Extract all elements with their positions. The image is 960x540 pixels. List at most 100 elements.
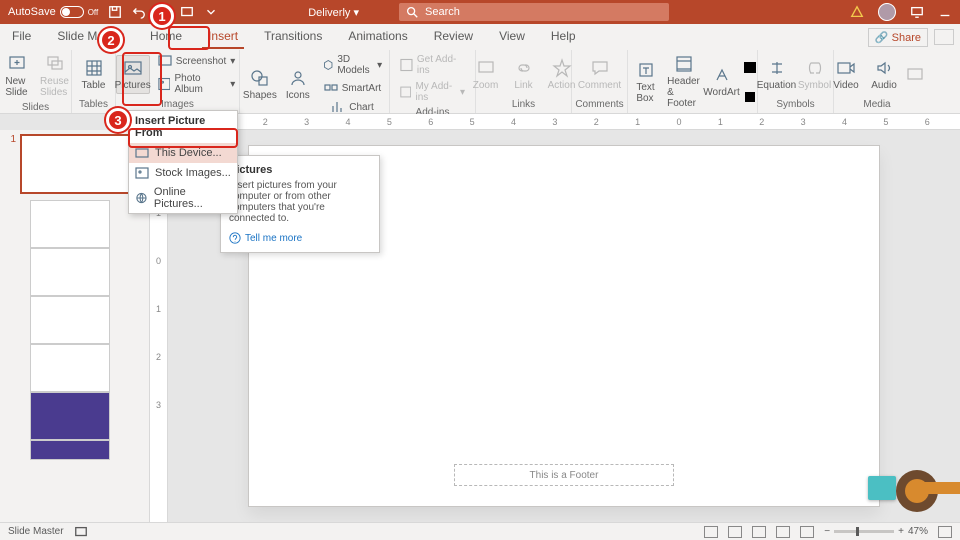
status-view-label: Slide Master — [8, 526, 64, 537]
undo-icon[interactable] — [132, 5, 146, 19]
slideshow-view-icon[interactable] — [800, 526, 814, 538]
callout-3: 3 — [106, 108, 130, 132]
my-addins-button: My Add-ins ▾ — [396, 79, 469, 105]
search-icon — [405, 5, 419, 19]
minimize-icon[interactable] — [938, 5, 952, 19]
video-button[interactable]: Video — [829, 56, 863, 93]
zoom-slider[interactable] — [834, 530, 894, 533]
warning-icon[interactable] — [850, 5, 864, 19]
thumb-number: 1 — [6, 134, 16, 145]
autosave-toggle[interactable]: AutoSave Off — [8, 6, 98, 18]
autosave-state: Off — [88, 8, 99, 17]
dropdown-stock-images[interactable]: Stock Images... — [129, 163, 237, 183]
audio-button[interactable]: Audio — [867, 56, 901, 93]
tooltip-title: Pictures — [229, 164, 371, 176]
get-addins-button: Get Add-ins — [396, 52, 469, 78]
tooltip-body: Insert pictures from your computer or fr… — [229, 180, 371, 224]
zoom-value: 47% — [908, 526, 928, 537]
online-pictures-icon — [135, 191, 148, 205]
status-bar: Slide Master − + 47% — [0, 522, 960, 540]
dropdown-online-pictures[interactable]: Online Pictures... — [129, 183, 237, 213]
normal-view-icon[interactable] — [728, 526, 742, 538]
new-slide-button[interactable]: New Slide — [0, 52, 34, 100]
header-footer-button[interactable]: Header & Footer — [667, 52, 701, 111]
tab-transitions[interactable]: Transitions — [258, 25, 328, 49]
link-button: Link — [507, 56, 541, 93]
comment-button: Comment — [578, 56, 621, 93]
layout-thumbnail[interactable] — [30, 392, 110, 440]
reuse-slides-button: Reuse Slides — [38, 52, 72, 100]
start-from-beginning-icon[interactable] — [180, 5, 194, 19]
toggle-off-icon — [60, 6, 84, 18]
zoom-in-icon[interactable]: + — [898, 526, 904, 537]
pictures-button[interactable]: Pictures — [116, 55, 150, 94]
share-button[interactable]: 🔗 Share — [868, 28, 928, 47]
callout-1: 1 — [150, 4, 174, 28]
searchbox[interactable]: Search — [399, 3, 669, 21]
group-slides-label: Slides — [0, 102, 71, 115]
layout-thumbnail[interactable] — [30, 344, 110, 392]
tab-insert[interactable]: Insert — [202, 25, 244, 49]
watermark-logo — [896, 470, 938, 512]
title-bar: AutoSave Off Deliverly ▾ Search — [0, 0, 960, 24]
layout-thumbnail[interactable] — [30, 440, 110, 460]
menu-tabs: File Slide Master Home Insert Transition… — [6, 25, 582, 49]
ribbon-insert: New Slide Reuse Slides Slides Table Tabl… — [0, 50, 960, 114]
text-box-button[interactable]: Text Box — [629, 58, 663, 106]
layout-thumbnail[interactable] — [30, 200, 110, 248]
slide-thumbnail[interactable] — [20, 134, 130, 194]
screen-recording-button — [905, 63, 925, 87]
menu-bar: File Slide Master Home Insert Transition… — [0, 24, 960, 50]
slide-number-icon[interactable] — [743, 75, 757, 89]
callout-2: 2 — [99, 28, 123, 52]
fit-to-window-icon[interactable] — [938, 526, 952, 538]
group-comments-label: Comments — [572, 99, 627, 113]
equation-button[interactable]: Equation — [760, 56, 794, 93]
notes-button[interactable] — [704, 526, 718, 538]
3d-models-button[interactable]: 3D Models ▾ — [319, 52, 386, 78]
symbol-button: Symbol — [798, 56, 832, 93]
object-icon[interactable] — [743, 90, 757, 104]
floating-chip — [868, 476, 896, 500]
horizontal-ruler: 0123456543210123456 — [150, 114, 960, 130]
tab-view[interactable]: View — [493, 25, 531, 49]
qat-more-icon[interactable] — [204, 5, 218, 19]
dropdown-header: Insert Picture From — [129, 111, 237, 143]
sorter-view-icon[interactable] — [752, 526, 766, 538]
wordart-button[interactable]: WordArt — [705, 63, 739, 100]
group-links-label: Links — [476, 99, 571, 113]
search-placeholder: Search — [425, 6, 460, 18]
stock-images-icon — [135, 166, 149, 180]
reading-view-icon[interactable] — [776, 526, 790, 538]
tab-review[interactable]: Review — [428, 25, 479, 49]
pictures-tooltip: Pictures Insert pictures from your compu… — [220, 155, 380, 253]
zoom-control[interactable]: − + 47% — [824, 526, 928, 537]
tell-me-more-link[interactable]: Tell me more — [229, 232, 371, 244]
accessibility-icon[interactable] — [74, 525, 88, 539]
account-avatar[interactable] — [878, 3, 896, 21]
icons-button[interactable]: Icons — [281, 66, 315, 103]
table-button[interactable]: Table — [77, 56, 111, 93]
layout-thumbnail[interactable] — [30, 248, 110, 296]
dropdown-this-device[interactable]: This Device... — [129, 143, 237, 163]
layout-thumbnail[interactable] — [30, 296, 110, 344]
zoom-out-icon[interactable]: − — [824, 526, 830, 537]
date-time-icon[interactable] — [743, 60, 757, 74]
pictures-dropdown: Insert Picture From This Device... Stock… — [128, 110, 238, 214]
footer-placeholder[interactable]: This is a Footer — [454, 464, 674, 486]
smartart-button[interactable]: SmartArt — [319, 79, 386, 97]
document-name[interactable]: Deliverly ▾ — [308, 6, 359, 19]
shapes-button[interactable]: Shapes — [243, 66, 277, 103]
screenshot-button[interactable]: Screenshot ▾ — [154, 52, 240, 70]
comments-pane-button[interactable] — [934, 29, 954, 45]
ribbon-display-icon[interactable] — [910, 5, 924, 19]
tab-home[interactable]: Home — [144, 25, 188, 49]
save-icon[interactable] — [108, 5, 122, 19]
autosave-label: AutoSave — [8, 6, 56, 18]
photo-album-button[interactable]: Photo Album ▾ — [154, 71, 240, 97]
tab-help[interactable]: Help — [545, 25, 582, 49]
group-media-label: Media — [834, 99, 920, 113]
device-icon — [135, 146, 149, 160]
tab-file[interactable]: File — [6, 25, 37, 49]
tab-animations[interactable]: Animations — [342, 25, 413, 49]
